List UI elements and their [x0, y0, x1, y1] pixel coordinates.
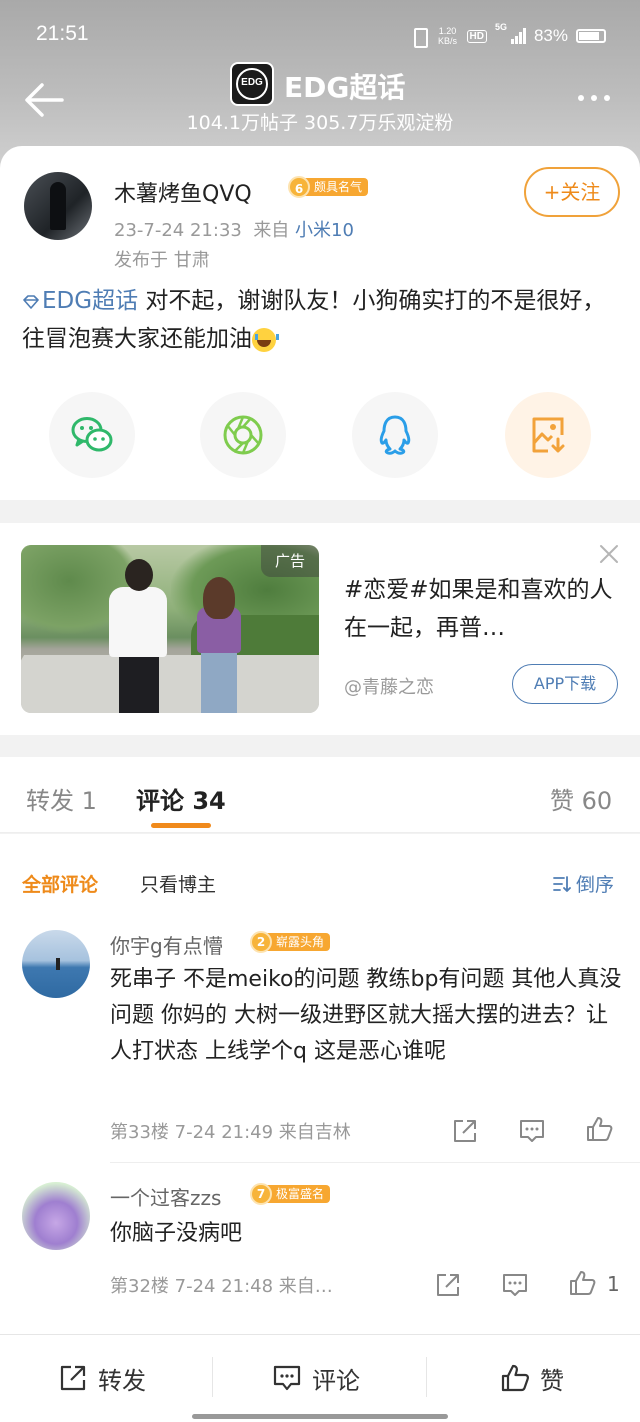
more-button[interactable]: [574, 90, 614, 106]
sort-icon: [553, 875, 571, 892]
comment-meta: 第32楼 7-24 21:48 来自…: [110, 1276, 333, 1297]
moments-icon: [223, 415, 263, 455]
commenter-avatar[interactable]: [22, 930, 90, 998]
topic-stats: 104.1万帖子 305.7万乐观淀粉: [186, 112, 454, 134]
bottom-action-bar: 转发 评论 赞: [0, 1334, 640, 1422]
comment-icon: [273, 1365, 301, 1391]
comment-like-button[interactable]: [584, 1114, 614, 1144]
ad-source: @青藤之恋: [344, 677, 434, 698]
diamond-icon: [23, 294, 39, 309]
topic-title: EDG超话: [284, 71, 406, 104]
comment-like-count: 1: [607, 1272, 620, 1296]
comment-reply-button[interactable]: [500, 1270, 530, 1300]
commenter-name[interactable]: 一个过客zzs: [110, 1182, 221, 1211]
status-icons: 1.20 KB/s HD 5G 83%: [409, 22, 606, 50]
post-card: 木薯烤鱼QVQ 6 颇具名气 23-7-24 21:33 来自 小米10 发布于…: [0, 146, 640, 500]
status-time: 21:51: [36, 22, 89, 45]
comment-icon: [520, 1120, 544, 1142]
battery-percent: 83%: [533, 26, 568, 45]
comment-text: 你脑子没病吧: [110, 1221, 243, 1246]
share-qq-button[interactable]: [352, 392, 438, 478]
share-icon: [454, 1120, 476, 1142]
comment-button[interactable]: 评论: [272, 1361, 360, 1395]
tab-repost[interactable]: 转发 1: [26, 781, 97, 816]
post-device[interactable]: 小米10: [295, 220, 354, 241]
hd-icon: HD: [466, 29, 487, 43]
home-indicator[interactable]: [192, 1414, 448, 1419]
save-image-icon: [532, 417, 565, 453]
ad-download-button[interactable]: APP下载: [512, 664, 618, 704]
post-meta: 23-7-24 21:33 来自 小米10: [114, 220, 354, 241]
ad-close-button[interactable]: [598, 543, 620, 565]
share-row: [0, 392, 640, 482]
ad-card[interactable]: 广告 #恋爱#如果是和喜欢的人在一起，再普… @青藤之恋 APP下载: [0, 523, 640, 735]
battery-icon: [576, 29, 606, 43]
like-button[interactable]: 赞: [500, 1361, 564, 1395]
comments-section: 全部评论 只看博主 倒序 你宇g有点懵 2 崭露头角 死串子 不是meiko的问…: [0, 834, 640, 1334]
comment-reply-button[interactable]: [517, 1116, 547, 1146]
filter-blogger-only[interactable]: 只看博主: [140, 870, 216, 897]
share-wechat-button[interactable]: [49, 392, 135, 478]
status-bar: 21:51 1.20 KB/s HD 5G 83%: [0, 0, 640, 70]
follow-button[interactable]: +关注: [524, 167, 620, 217]
post-tabs: 转发 1 评论 34 赞 60: [0, 757, 640, 833]
author-avatar[interactable]: [24, 172, 92, 240]
bar-separator: [212, 1357, 213, 1397]
post-location: 发布于 甘肃: [114, 250, 210, 271]
more-dots-icon: [578, 95, 584, 101]
commenter-name[interactable]: 你宇g有点懵: [110, 930, 223, 959]
ad-image[interactable]: 广告: [21, 545, 319, 713]
wechat-icon: [71, 417, 113, 452]
vibrate-icon: [409, 26, 429, 48]
commenter-level-badge: 2 崭露头角: [250, 931, 331, 953]
sort-button[interactable]: 倒序: [552, 870, 614, 897]
thumbs-up-icon: [587, 1117, 613, 1141]
ad-label: 广告: [261, 545, 319, 577]
comment-meta: 第33楼 7-24 21:49 来自吉林: [110, 1122, 351, 1143]
edg-logo: EDG: [230, 62, 274, 106]
net-speed: 1.20 KB/s: [437, 26, 457, 46]
comment-icon: [503, 1274, 527, 1296]
network-type: 5G: [494, 22, 507, 32]
bar-separator: [426, 1357, 427, 1397]
tab-like[interactable]: 赞 60: [550, 781, 612, 816]
comment-divider: [110, 1162, 640, 1163]
comment-share-button[interactable]: [450, 1116, 480, 1146]
commenter-level-badge: 7 极富盛名: [250, 1183, 331, 1205]
active-tab-indicator: [151, 823, 211, 828]
repost-button[interactable]: 转发: [58, 1361, 146, 1395]
thumbs-up-icon: [501, 1364, 529, 1392]
share-moments-button[interactable]: [200, 392, 286, 478]
tab-comment[interactable]: 评论 34: [136, 781, 226, 816]
share-icon: [437, 1274, 459, 1296]
author-level-badge: 6 颇具名气: [288, 176, 369, 198]
thumbs-up-icon: [570, 1271, 596, 1295]
close-icon: [600, 545, 618, 563]
author-name[interactable]: 木薯烤鱼QVQ: [114, 176, 252, 208]
share-icon: [60, 1365, 86, 1391]
post-body: EDG超话 对不起，谢谢队友！小狗确实打的不是很好，往冒泡赛大家还能加油: [22, 288, 606, 352]
crying-emoji-icon: [252, 327, 279, 352]
comment-like-button[interactable]: [567, 1268, 597, 1298]
signal-icon: [510, 28, 526, 44]
commenter-avatar[interactable]: [22, 1182, 90, 1250]
comment-share-button[interactable]: [433, 1270, 463, 1300]
qq-icon: [379, 415, 411, 455]
filter-all-comments[interactable]: 全部评论: [22, 870, 98, 897]
save-image-button[interactable]: [505, 392, 591, 478]
ad-text[interactable]: #恋爱#如果是和喜欢的人在一起，再普…: [344, 571, 614, 647]
comment-text: 死串子 不是meiko的问题 教练bp有问题 其他人真没问题 你妈的 大树一级进…: [110, 967, 622, 1064]
topic-tag[interactable]: EDG超话: [22, 288, 138, 314]
